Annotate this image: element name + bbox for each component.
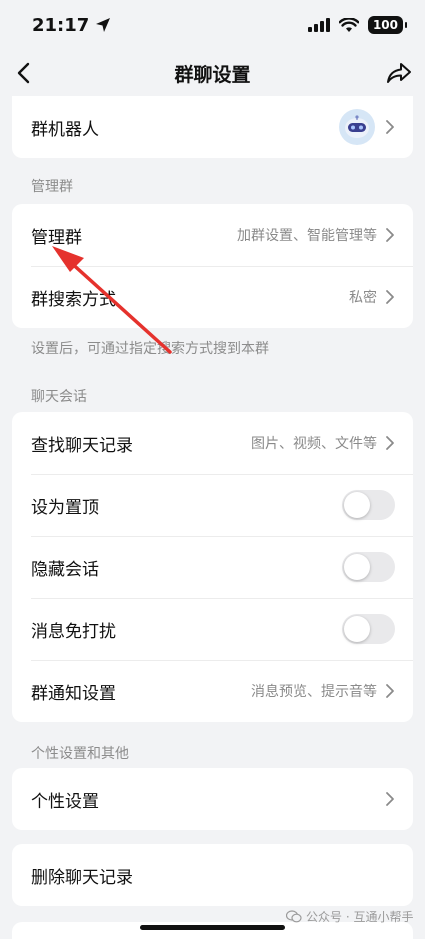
bot-card: 群机器人 xyxy=(12,96,413,158)
wechat-logo-icon xyxy=(286,910,302,923)
section-header-manage: 管理群 xyxy=(31,179,73,195)
chevron-right-icon xyxy=(386,120,394,134)
chevron-right-icon xyxy=(386,684,394,698)
section-header-personal: 个性设置和其他 xyxy=(31,746,129,762)
personal-card: 个性设置 xyxy=(12,768,413,830)
search-method-label: 群搜索方式 xyxy=(31,289,116,310)
manage-group-value: 加群设置、智能管理等 xyxy=(237,228,377,244)
cellular-signal-icon xyxy=(307,18,330,32)
status-bar: 21:17 100 xyxy=(0,0,425,50)
do-not-disturb-toggle[interactable] xyxy=(342,614,395,644)
delete-card: 删除聊天记录 xyxy=(12,844,413,906)
group-bot-row[interactable]: 群机器人 xyxy=(12,96,413,158)
page-title: 群聊设置 xyxy=(174,63,251,86)
personal-settings-label: 个性设置 xyxy=(31,791,99,812)
hide-chat-label: 隐藏会话 xyxy=(31,559,99,580)
personal-settings-row[interactable]: 个性设置 xyxy=(12,768,413,830)
do-not-disturb-label: 消息免打扰 xyxy=(31,621,116,642)
section-header-chat: 聊天会话 xyxy=(31,389,87,405)
manage-card: 管理群 加群设置、智能管理等 群搜索方式 私密 xyxy=(12,204,413,328)
delete-chat-history-label: 删除聊天记录 xyxy=(31,867,133,888)
robot-avatar-icon xyxy=(339,109,375,145)
manage-group-label: 管理群 xyxy=(31,227,82,248)
search-method-row[interactable]: 群搜索方式 私密 xyxy=(12,266,413,328)
do-not-disturb-row: 消息免打扰 xyxy=(12,598,413,660)
delete-chat-history-row[interactable]: 删除聊天记录 xyxy=(12,844,413,906)
battery-icon: 100 xyxy=(367,16,408,34)
nav-bar: 群聊设置 xyxy=(0,50,425,96)
pin-chat-label: 设为置顶 xyxy=(31,497,99,518)
chevron-right-icon xyxy=(386,228,394,242)
share-button[interactable] xyxy=(383,58,415,88)
pin-chat-toggle[interactable] xyxy=(342,490,395,520)
pin-chat-row: 设为置顶 xyxy=(12,474,413,536)
search-method-value: 私密 xyxy=(349,290,377,306)
chevron-left-icon xyxy=(17,62,30,84)
share-arrow-icon xyxy=(387,63,411,83)
wifi-icon xyxy=(338,17,359,32)
group-bot-label: 群机器人 xyxy=(31,119,99,140)
chevron-right-icon xyxy=(386,290,394,304)
group-notification-label: 群通知设置 xyxy=(31,683,116,704)
watermark: 公众号 · 互通小帮手 xyxy=(286,908,413,925)
chat-card: 查找聊天记录 图片、视频、文件等 设为置顶 隐藏会话 消息免打扰 群通知设置 消… xyxy=(12,412,413,722)
group-notification-value: 消息预览、提示音等 xyxy=(251,684,377,700)
watermark-text: 公众号 · 互通小帮手 xyxy=(306,910,414,924)
find-chat-history-value: 图片、视频、文件等 xyxy=(251,436,377,452)
status-indicators: 100 xyxy=(307,16,408,34)
status-time-text: 21:17 xyxy=(32,14,90,36)
find-chat-history-row[interactable]: 查找聊天记录 图片、视频、文件等 xyxy=(12,412,413,474)
manage-group-row[interactable]: 管理群 加群设置、智能管理等 xyxy=(12,204,413,266)
hide-chat-row: 隐藏会话 xyxy=(12,536,413,598)
find-chat-history-label: 查找聊天记录 xyxy=(31,435,133,456)
search-method-hint: 设置后，可通过指定搜索方式搜到本群 xyxy=(31,341,269,357)
group-notification-row[interactable]: 群通知设置 消息预览、提示音等 xyxy=(12,660,413,722)
status-time: 21:17 xyxy=(32,15,111,36)
back-button[interactable] xyxy=(8,58,38,88)
location-arrow-icon xyxy=(96,18,111,32)
chevron-right-icon xyxy=(386,792,394,806)
hide-chat-toggle[interactable] xyxy=(342,552,395,582)
home-indicator xyxy=(140,925,285,930)
chevron-right-icon xyxy=(386,436,394,450)
